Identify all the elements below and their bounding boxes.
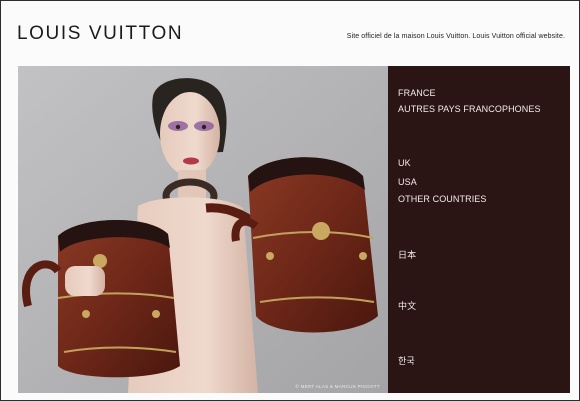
hero-photo: © MERT ALAS & MARCUS PIGGOTT [18, 66, 388, 393]
menu-item-usa[interactable]: USA [398, 177, 417, 187]
right-bag-illustration [231, 157, 378, 333]
menu-item-other-countries[interactable]: OTHER COUNTRIES [398, 194, 487, 204]
menu-item-autres-pays-francophones[interactable]: AUTRES PAYS FRANCOPHONES [398, 104, 541, 114]
menu-item-uk[interactable]: UK [398, 158, 411, 168]
page-frame: LOUIS VUITTON Site officiel de la maison… [0, 0, 580, 401]
menu-item-japan[interactable]: 日本 [398, 248, 416, 261]
menu-item-china[interactable]: 中文 [398, 299, 416, 312]
menu-item-korea[interactable]: 한국 [398, 354, 415, 367]
photo-credit: © MERT ALAS & MARCUS PIGGOTT [295, 384, 380, 389]
country-menu: FRANCE AUTRES PAYS FRANCOPHONES UK USA O… [388, 66, 570, 393]
hero-illustration [18, 66, 388, 393]
menu-item-france[interactable]: FRANCE [398, 88, 436, 98]
louis-vuitton-logo[interactable]: LOUIS VUITTON [17, 23, 183, 45]
site-tagline: Site officiel de la maison Louis Vuitton… [346, 33, 565, 40]
